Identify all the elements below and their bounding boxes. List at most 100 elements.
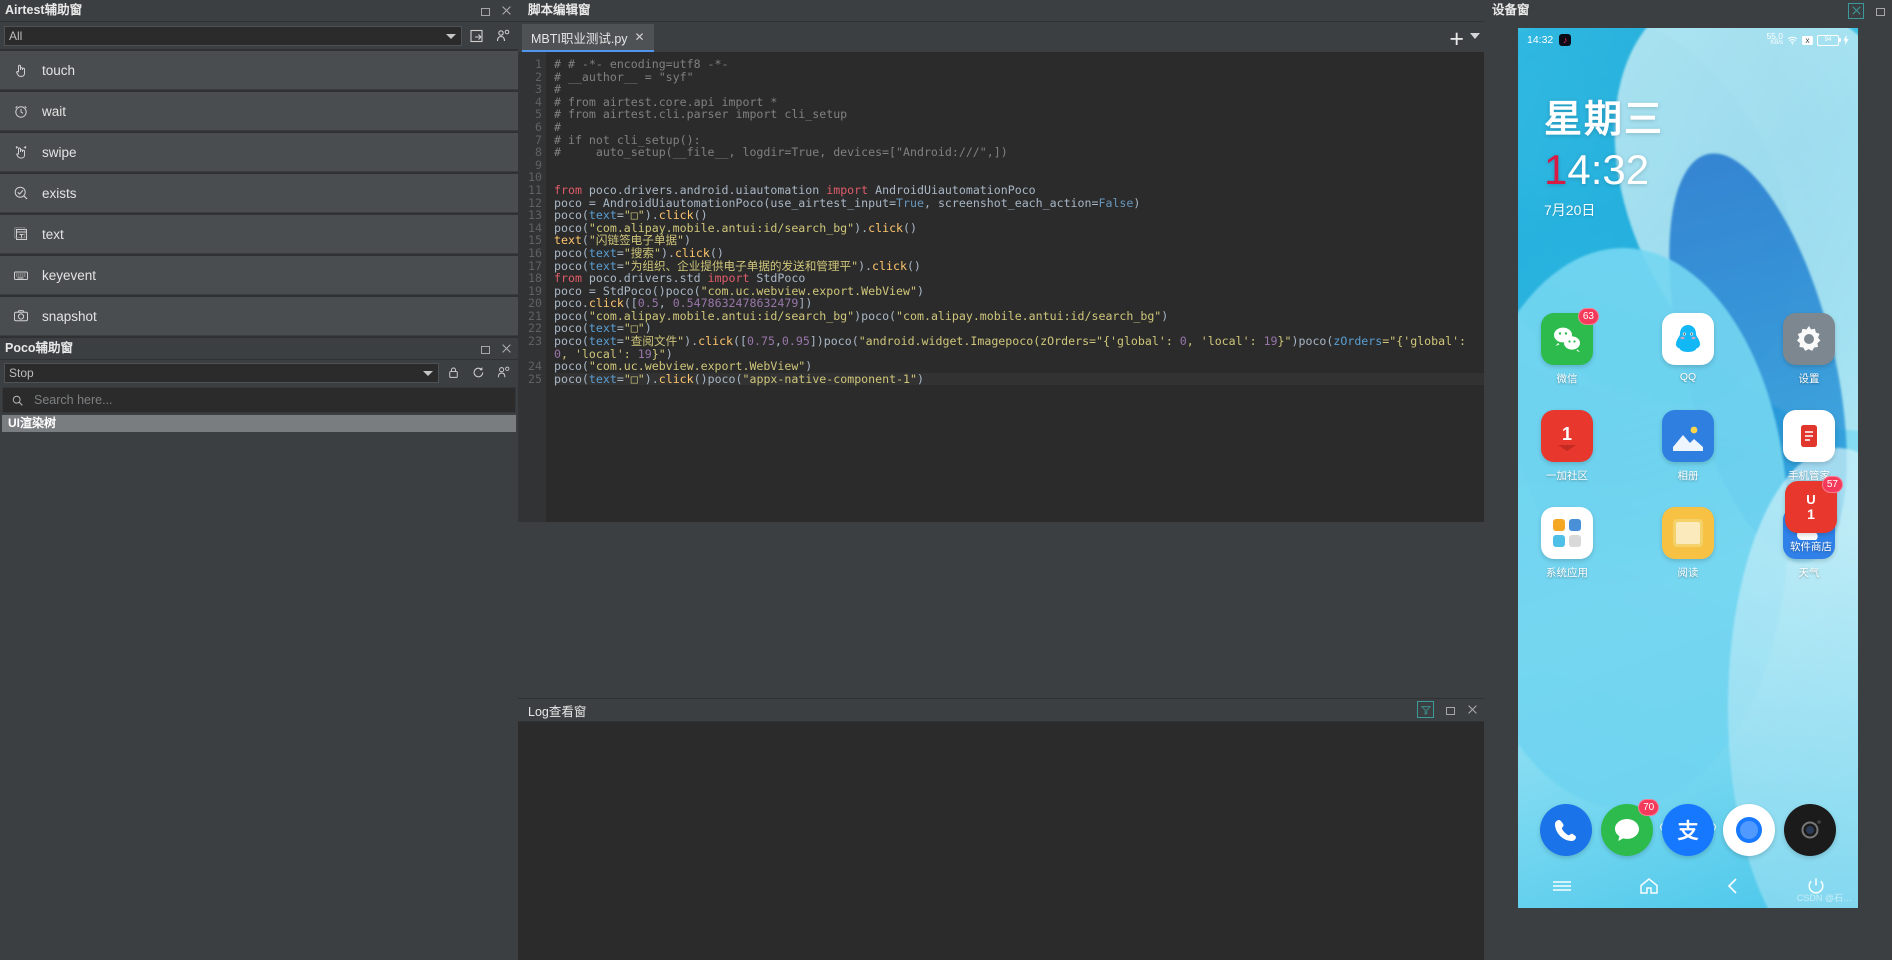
- code-token: True: [896, 195, 924, 210]
- action-item-snapshot[interactable]: snapshot: [0, 297, 518, 336]
- action-item-exists[interactable]: exists: [0, 174, 518, 213]
- oneplus-community-icon: 1: [1541, 410, 1593, 462]
- line-number: 1: [535, 57, 542, 71]
- svg-text:1: 1: [1807, 506, 1815, 522]
- restore-icon[interactable]: [1445, 704, 1456, 715]
- chevron-down-icon[interactable]: [1470, 33, 1480, 39]
- app-label: 一加社区: [1546, 470, 1588, 482]
- restore-icon[interactable]: [1875, 5, 1886, 16]
- swipe-hand-icon: [12, 143, 30, 161]
- code-token: ).: [858, 258, 873, 273]
- code-line[interactable]: # auto_setup(__file__, logdir=True, devi…: [554, 146, 1484, 159]
- action-label: wait: [42, 103, 67, 119]
- line-number: 13: [528, 208, 542, 223]
- dock-icon-messages[interactable]: 70: [1597, 799, 1660, 856]
- code-token: ).: [644, 371, 659, 386]
- tab-mbti-script[interactable]: MBTI职业测试.py ✕: [522, 24, 654, 52]
- device-screen[interactable]: 14:32 ♪ 55.0 KB/s X 94 星期三 14:32 7月20日 6…: [1518, 28, 1858, 908]
- code-line[interactable]: [554, 159, 1484, 172]
- clock-weekday: 星期三: [1544, 99, 1665, 141]
- code-line[interactable]: poco("com.alipay.mobile.antui:id/search_…: [554, 310, 1484, 323]
- dock-icon-camera-app[interactable]: [1779, 804, 1840, 856]
- poco-mode-select[interactable]: Stop: [4, 362, 439, 383]
- restore-icon[interactable]: [480, 343, 491, 354]
- code-line[interactable]: poco("com.alipay.mobile.antui:id/search_…: [554, 220, 1484, 235]
- line-number: 16: [528, 245, 542, 260]
- code-line[interactable]: # __author__ = "syf": [554, 69, 1484, 84]
- signal-icon: X: [1802, 35, 1813, 45]
- poco-search-row[interactable]: [2, 387, 516, 413]
- close-icon[interactable]: [501, 343, 512, 354]
- editor-tab-actions: +: [1445, 27, 1480, 52]
- action-label: touch: [42, 62, 76, 78]
- code-line[interactable]: poco(text="查阅文件").click([0.75,0.95])poco…: [554, 335, 1484, 360]
- statusbar-time: 14:32: [1527, 34, 1554, 46]
- code-token: )poco(: [854, 308, 897, 323]
- code-editor[interactable]: 1 2 3 4 5 6 7 8 9 10 11 12 13 14 15 16 17 18 19 20 21 22 23 24…: [518, 52, 1484, 522]
- code-token: # auto_setup(__file__, logdir=True, devi…: [554, 145, 1008, 160]
- code-token: click: [872, 258, 907, 273]
- code-token: # __author__ = "syf": [554, 69, 694, 84]
- nav-home-button[interactable]: [1639, 877, 1659, 898]
- close-icon[interactable]: ✕: [635, 30, 645, 44]
- code-token: =: [616, 371, 624, 386]
- inspect-icon: [497, 366, 509, 378]
- battery-icon: 94: [1817, 34, 1841, 46]
- app-icon-gear[interactable]: 设置: [1778, 313, 1840, 386]
- poco-inspect-button[interactable]: [492, 362, 514, 384]
- code-token: ).: [854, 220, 869, 235]
- app-icon-reader[interactable]: 阅读: [1657, 507, 1719, 580]
- poco-refresh-button[interactable]: [467, 362, 489, 384]
- ui-tree-body[interactable]: [2, 432, 516, 958]
- app-icon-phone-manager[interactable]: 手机管家: [1778, 410, 1840, 483]
- code-token: 0.95: [781, 334, 810, 349]
- log-output-area[interactable]: [518, 721, 1484, 960]
- yoga-icon[interactable]: [1848, 2, 1864, 19]
- device-panel-title-bar: 设备窗: [1484, 0, 1892, 21]
- code-token: {'global':: [1103, 334, 1180, 349]
- close-icon[interactable]: [501, 5, 512, 16]
- line-number: 24: [528, 359, 542, 374]
- dock-icon-alipay[interactable]: 支: [1658, 804, 1719, 856]
- device-panel-title: 设备窗: [1492, 3, 1530, 17]
- code-line[interactable]: # from airtest.cli.parser import cli_set…: [554, 108, 1484, 121]
- editor-tabbar: MBTI职业测试.py ✕ +: [518, 22, 1484, 52]
- code-line[interactable]: poco(text="□").click()poco("appx-native-…: [554, 373, 1484, 386]
- action-item-wait[interactable]: wait: [0, 92, 518, 131]
- log-panel-buttons: [1417, 701, 1478, 718]
- poco-lock-button[interactable]: [442, 362, 464, 384]
- code-content[interactable]: # # -*- encoding=utf8 -*- # __author__ = …: [546, 52, 1484, 522]
- dock-icon-browser[interactable]: [1718, 804, 1779, 856]
- script-editor-panel: 脚本编辑窗 MBTI职业测试.py ✕ + 1 2 3 4 5 6 7 8 9 10 11 12 13 1…: [518, 0, 1484, 960]
- app-label: 相册: [1677, 470, 1699, 482]
- code-token: use_airtest_input: [770, 195, 890, 210]
- app-icon-software-store[interactable]: U 1 57 软件商店: [1780, 476, 1843, 554]
- code-token: , 'local':: [1186, 334, 1264, 349]
- nav-menu-button[interactable]: [1551, 879, 1573, 896]
- app-icon-system-apps-folder[interactable]: 系统应用: [1536, 507, 1598, 580]
- action-item-touch[interactable]: touch: [0, 51, 518, 90]
- action-item-keyevent[interactable]: keyevent: [0, 256, 518, 295]
- code-token: ): [1161, 308, 1169, 323]
- restore-icon[interactable]: [480, 5, 491, 16]
- phone-manager-icon: [1783, 410, 1835, 462]
- nav-back-button[interactable]: [1725, 877, 1741, 898]
- open-script-button[interactable]: [466, 25, 488, 47]
- record-script-button[interactable]: [492, 25, 514, 47]
- record-icon: [496, 29, 510, 41]
- dock-icon-phone[interactable]: [1536, 804, 1597, 856]
- app-icon-gallery[interactable]: 相册: [1657, 410, 1719, 483]
- alipay-icon: 支: [1661, 804, 1714, 856]
- action-label: snapshot: [42, 308, 97, 324]
- poco-search-input[interactable]: [32, 392, 507, 408]
- app-icon-oneplus-community[interactable]: 1 一加社区: [1536, 410, 1598, 483]
- filter-icon[interactable]: [1417, 701, 1434, 718]
- airtest-filter-select[interactable]: All: [4, 25, 462, 46]
- app-icon-wechat[interactable]: 63 微信: [1536, 308, 1599, 386]
- close-icon[interactable]: [1467, 704, 1478, 715]
- action-item-swipe[interactable]: swipe: [0, 133, 518, 172]
- action-item-text[interactable]: text: [0, 215, 518, 254]
- line-number: 11: [528, 182, 542, 197]
- app-icon-qq[interactable]: QQ: [1657, 313, 1719, 386]
- add-tab-button[interactable]: +: [1445, 27, 1468, 52]
